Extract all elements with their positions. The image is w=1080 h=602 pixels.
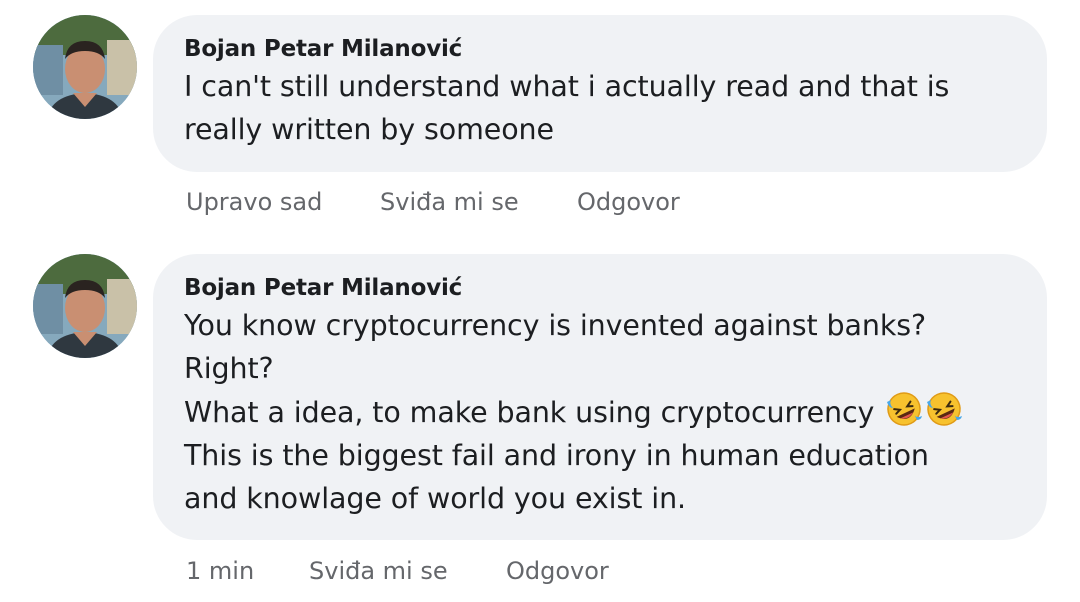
- comment-text-line-with-emoji: What a idea, to make bank using cryptocu…: [184, 390, 1017, 434]
- comment-text: You know cryptocurrency is invented agai…: [184, 304, 1017, 520]
- reply-button[interactable]: Odgovor: [506, 557, 609, 585]
- avatar[interactable]: [33, 254, 137, 358]
- comment-timestamp: Upravo sad: [186, 188, 323, 216]
- comment-text-line: You know cryptocurrency is invented agai…: [184, 309, 927, 342]
- comment-bubble: Bojan Petar Milanović You know cryptocur…: [153, 254, 1047, 540]
- comment-author[interactable]: Bojan Petar Milanović: [184, 274, 1017, 304]
- comment-actions: Upravo sad Sviđa mi se Odgovor: [186, 188, 680, 228]
- comment-bubble: Bojan Petar Milanović I can't still unde…: [153, 15, 1047, 172]
- profile-photo: [33, 254, 137, 358]
- comment-text-line: really written by someone: [184, 113, 554, 146]
- like-button[interactable]: Sviđa mi se: [309, 557, 506, 585]
- avatar[interactable]: [33, 15, 137, 119]
- comment-text: I can't still understand what i actually…: [184, 65, 1017, 151]
- comment-text-line: This is the biggest fail and irony in hu…: [184, 439, 929, 472]
- like-button[interactable]: Sviđa mi se: [380, 188, 577, 216]
- comment-timestamp: 1 min: [186, 557, 255, 585]
- comment-author[interactable]: Bojan Petar Milanović: [184, 35, 1017, 65]
- comment-text-line: Right?: [184, 352, 274, 385]
- comment-actions: 1 min Sviđa mi se Odgovor: [186, 557, 609, 597]
- comment-text-line: I can't still understand what i actually…: [184, 70, 950, 103]
- profile-photo: [33, 15, 137, 119]
- comment-text-line: and knowlage of world you exist in.: [184, 482, 686, 515]
- rolling-on-floor-laughing-icon: [925, 390, 963, 428]
- reply-button[interactable]: Odgovor: [577, 188, 680, 216]
- rolling-on-floor-laughing-icon: [885, 390, 923, 428]
- comment-text-line: What a idea, to make bank using cryptocu…: [184, 396, 875, 429]
